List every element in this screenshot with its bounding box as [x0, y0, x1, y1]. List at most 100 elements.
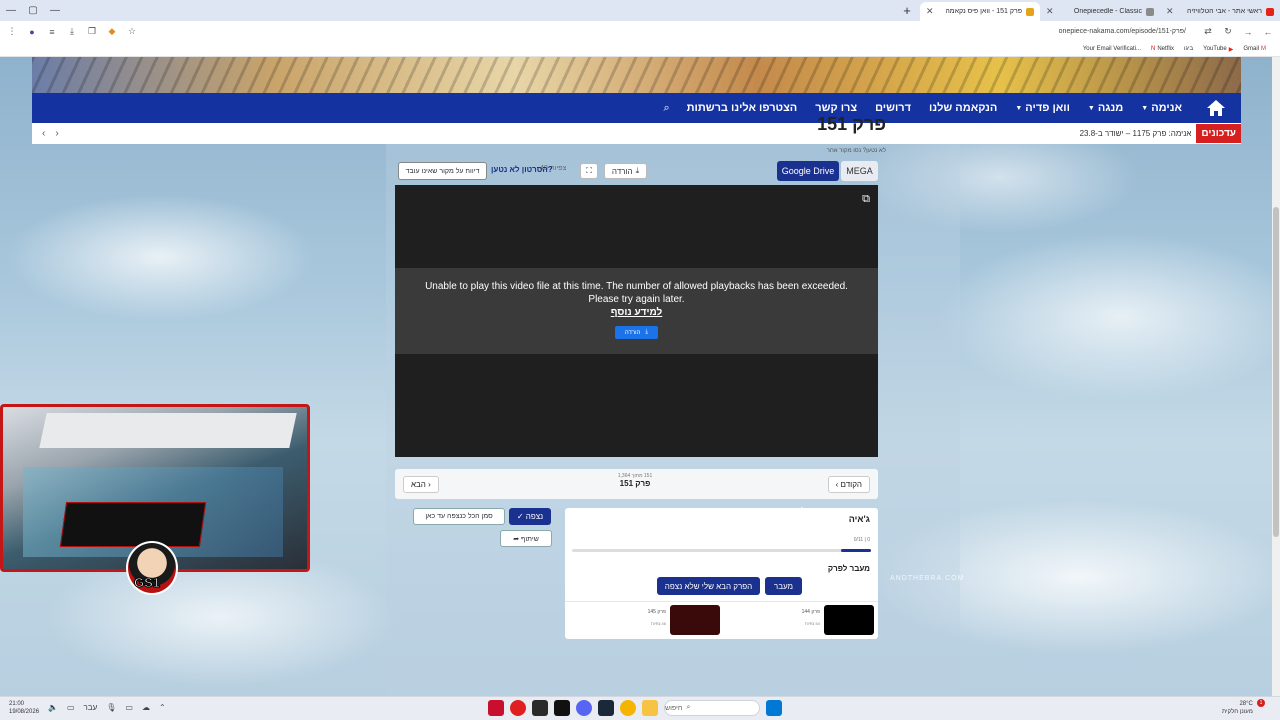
nav-item-label: הצטרפו אלינו ברשתות — [686, 102, 798, 114]
bookmark-netflix[interactable]: N Netflix — [1151, 46, 1174, 52]
episode-title: פרק 151 — [817, 114, 886, 134]
weather-widget[interactable]: 28°C מעונן חלקית — [1222, 700, 1253, 716]
bookmark-gmail[interactable]: Gmail M — [1243, 46, 1266, 52]
discord-app-icon[interactable] — [576, 700, 592, 716]
more-info-link[interactable]: למידע נוסף — [395, 307, 878, 318]
chevron-left-icon[interactable]: ‹ — [42, 128, 45, 139]
chrome-app-icon[interactable] — [620, 700, 636, 716]
download-icon[interactable]: ⤓ — [66, 26, 78, 37]
tab-onepiecedle[interactable]: Onepiecedle - Classic ✕ — [1040, 2, 1160, 21]
nav-item-wanted[interactable]: דרושים — [866, 102, 920, 114]
watched-button[interactable]: ✓ נצפה — [509, 508, 551, 525]
tab-youtube[interactable]: ראשי אתר - אבי הטלוויזיה ✕ — [1160, 2, 1280, 21]
episode-card-views: 54 צפיות — [804, 621, 820, 626]
chevron-up-icon[interactable]: ⌃ — [159, 703, 166, 712]
nav-item-contact[interactable]: צרו קשר — [806, 102, 866, 114]
episode-navigation: ‹ הקודם 151 מתוך 1,364 פרק 151 הבא › — [395, 469, 878, 499]
episode-card[interactable]: פרק 144 54 צפיות — [724, 605, 874, 639]
search-icon[interactable]: ⌕ — [655, 102, 677, 115]
microphone-icon[interactable]: 🎙 — [106, 703, 116, 712]
search-placeholder: חיפוש — [665, 704, 683, 712]
terminal-app-icon[interactable] — [554, 700, 570, 716]
bookmark-youtube[interactable]: YouTube ▶ — [1203, 46, 1233, 53]
tab-close-icon[interactable]: ✕ — [1046, 6, 1054, 17]
bookmark-label: Netflix — [1157, 46, 1174, 52]
report-source-button[interactable]: דיווח על מקור שאינו עובד — [398, 162, 487, 180]
taskbar: 21:00 19/08/2026 🔈 ▭ עבר 🎙 ▭ ☁ ⌃ ⌕ חיפוש… — [0, 696, 1280, 720]
obs-app-icon[interactable] — [532, 700, 548, 716]
next-episode-button[interactable]: הבא › — [403, 476, 439, 493]
site-settings-icon[interactable]: ⇄ — [1202, 26, 1214, 37]
volume-icon[interactable]: 🔈 — [48, 703, 58, 712]
home-icon — [1207, 100, 1225, 116]
popout-icon[interactable]: ⧉ — [862, 193, 870, 206]
page-scrollbar[interactable] — [1272, 57, 1280, 696]
bookmark-label: ביגו — [1184, 46, 1194, 52]
file-explorer-icon[interactable] — [642, 700, 658, 716]
nav-item-onepedia[interactable]: וואן פדיה ▼ — [1006, 102, 1079, 114]
gmail-icon: M — [1261, 46, 1266, 52]
arc-progress-text: 0/11 | 0 — [853, 537, 870, 543]
new-tab-button[interactable]: + — [898, 3, 916, 18]
steam-app-icon[interactable] — [598, 700, 614, 716]
clock-date: 19/08/2026 — [9, 709, 40, 715]
site-banner — [32, 57, 1241, 93]
home-button[interactable] — [1203, 97, 1229, 119]
source-mega-button[interactable]: MEGA — [841, 161, 878, 181]
forward-icon[interactable]: → — [1242, 27, 1254, 37]
netflix-icon: N — [1150, 46, 1156, 52]
tab-episode[interactable]: פרק 151 - וואן פיס נקאמה ✕ — [920, 2, 1040, 21]
youtube-icon: ▶ — [1228, 46, 1234, 53]
menu-icon[interactable]: ⋮ — [6, 26, 18, 37]
address-bar[interactable]: onepiece-nakama.com/episode/151-פרק/ — [146, 28, 1194, 35]
scrollbar-thumb[interactable] — [1273, 207, 1279, 537]
cloud-icon[interactable]: ☁ — [142, 703, 150, 712]
move-button[interactable]: מעבר — [765, 577, 802, 595]
chevron-right-icon[interactable]: › — [55, 128, 58, 139]
reload-icon[interactable]: ↻ — [1222, 26, 1234, 37]
download-button[interactable]: הורדה ⤓ — [604, 163, 647, 179]
record-app-icon[interactable] — [510, 700, 526, 716]
minimize-icon[interactable]: — — [0, 5, 22, 16]
video-player[interactable]: ⧉ Unable to play this video file at this… — [395, 185, 878, 457]
profile-icon[interactable]: ● — [26, 27, 38, 37]
back-icon[interactable]: ← — [1262, 27, 1274, 37]
share-button[interactable]: ➦ שיתוף — [500, 530, 552, 547]
next-unwatched-button[interactable]: הפרק הבא שלי שלא נצפה — [657, 577, 760, 595]
taskbar-search[interactable]: ⌕ חיפוש — [664, 700, 760, 716]
bookmarks-bar: Your Email Verificati... N Netflix ביגו Y… — [0, 42, 1280, 57]
notification-badge[interactable]: 1 — [1257, 699, 1265, 707]
tab-close-icon[interactable]: ✕ — [926, 6, 934, 17]
network-icon[interactable]: ▭ — [67, 703, 75, 712]
prev-episode-button[interactable]: ‹ הקודם — [827, 476, 870, 493]
tab-close-icon[interactable]: ✕ — [1166, 6, 1174, 17]
download-icon: ⤓ — [645, 329, 649, 335]
bookmark-bigo[interactable]: ביגו — [1184, 46, 1193, 52]
taskbar-apps: ⌕ חיפוש — [488, 700, 782, 716]
episode-card[interactable]: פרק 145 46 צפיות — [570, 605, 720, 639]
copy-icon[interactable]: ❐ — [86, 26, 98, 37]
windows-start-icon[interactable] — [766, 700, 782, 716]
pocket-app-icon[interactable] — [488, 700, 504, 716]
restore-icon[interactable]: ▢ — [22, 5, 44, 16]
system-clock[interactable]: 21:00 19/08/2026 — [9, 700, 39, 716]
chevron-down-icon: ▼ — [1141, 104, 1149, 112]
extensions-icon[interactable]: ≡ — [46, 27, 58, 37]
bookmark-star-icon[interactable]: ☆ — [126, 26, 138, 37]
player-download-button[interactable]: הורדה ⤓ — [614, 326, 659, 339]
episode-subtitle: לא נטען? נסו מקור אחר — [826, 148, 886, 154]
fullscreen-button[interactable]: ⛶ — [580, 163, 598, 179]
bookmark-email-verification[interactable]: Your Email Verificati... — [1083, 46, 1141, 52]
nav-item-social[interactable]: הצטרפו אלינו ברשתות — [678, 102, 807, 114]
language-indicator[interactable]: עבר — [84, 703, 98, 712]
bookmark-label: YouTube — [1203, 46, 1227, 52]
nav-item-anime[interactable]: אנימה ▼ — [1132, 102, 1191, 114]
metamask-icon[interactable]: ◆ — [106, 26, 118, 37]
mark-all-watched-button[interactable]: סמן הכל כנצפה עד כאן — [413, 508, 505, 525]
monitor-icon[interactable]: ▭ — [125, 703, 133, 712]
nav-item-manga[interactable]: מנגה ▼ — [1079, 102, 1132, 114]
close-window-icon[interactable]: — — [44, 5, 66, 16]
updates-text[interactable]: אנימה: פרק 1175 – ישודר ב-23.8 — [59, 129, 1197, 138]
source-google-drive-button[interactable]: Google Drive — [777, 161, 839, 181]
nav-item-our-nakama[interactable]: הנקאמה שלנו — [920, 102, 1006, 114]
